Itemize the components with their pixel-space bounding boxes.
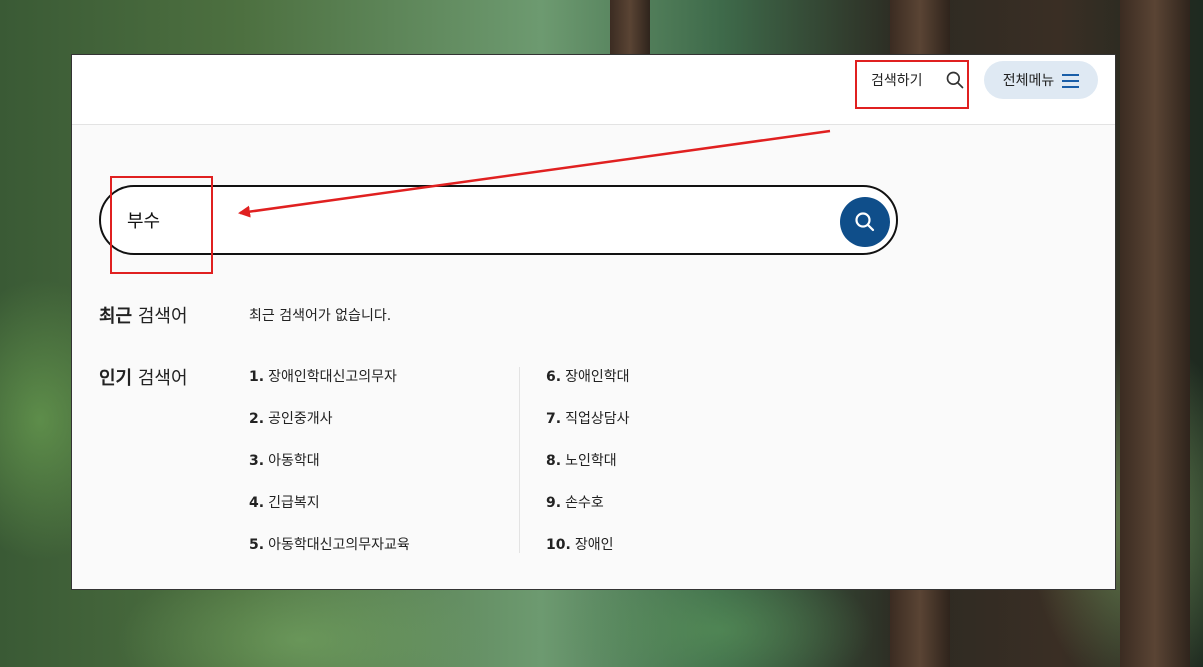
column-divider (519, 367, 520, 553)
search-panel: 검색하기 전체메뉴 최근 검색어 (71, 54, 1116, 590)
search-toggle-label: 검색하기 (871, 73, 923, 89)
popular-keyword[interactable]: 6. 장애인학대 (546, 365, 629, 407)
hamburger-icon (1062, 73, 1080, 88)
popular-keywords-column: 6. 장애인학대 7. 직업상담사 8. 노인학대 9. 손수호 10. 장애인 (546, 365, 629, 575)
tree-trunk (1120, 0, 1190, 667)
popular-keyword[interactable]: 7. 직업상담사 (546, 407, 629, 449)
full-menu-button[interactable]: 전체메뉴 (984, 61, 1098, 99)
popular-searches-label: 인기 검색어 (99, 368, 188, 389)
search-bar (99, 185, 898, 255)
popular-keyword[interactable]: 9. 손수호 (546, 491, 629, 533)
popular-keyword[interactable]: 4. 긴급복지 (249, 491, 410, 533)
popular-keyword[interactable]: 8. 노인학대 (546, 449, 629, 491)
recent-searches-empty: 최근 검색어가 없습니다. (249, 308, 392, 324)
popular-keyword[interactable]: 3. 아동학대 (249, 449, 410, 491)
popular-keyword[interactable]: 5. 아동학대신고의무자교육 (249, 533, 410, 575)
search-icon (946, 71, 964, 89)
popular-keyword[interactable]: 2. 공인중개사 (249, 407, 410, 449)
search-icon (855, 212, 875, 232)
recent-searches-label: 최근 검색어 (99, 306, 188, 327)
search-input[interactable] (127, 202, 817, 238)
full-menu-label: 전체메뉴 (1002, 73, 1055, 89)
popular-keywords-column: 1. 장애인학대신고의무자 2. 공인중개사 3. 아동학대 4. 긴급복지 5. 아동학… (249, 365, 410, 575)
search-toggle-button[interactable]: 검색하기 (871, 65, 965, 95)
search-submit-button[interactable] (840, 197, 890, 247)
popular-keyword[interactable]: 10. 장애인 (546, 533, 629, 575)
header: 검색하기 전체메뉴 (72, 55, 1115, 125)
tree-trunk (610, 0, 650, 60)
popular-keyword[interactable]: 1. 장애인학대신고의무자 (249, 365, 410, 407)
